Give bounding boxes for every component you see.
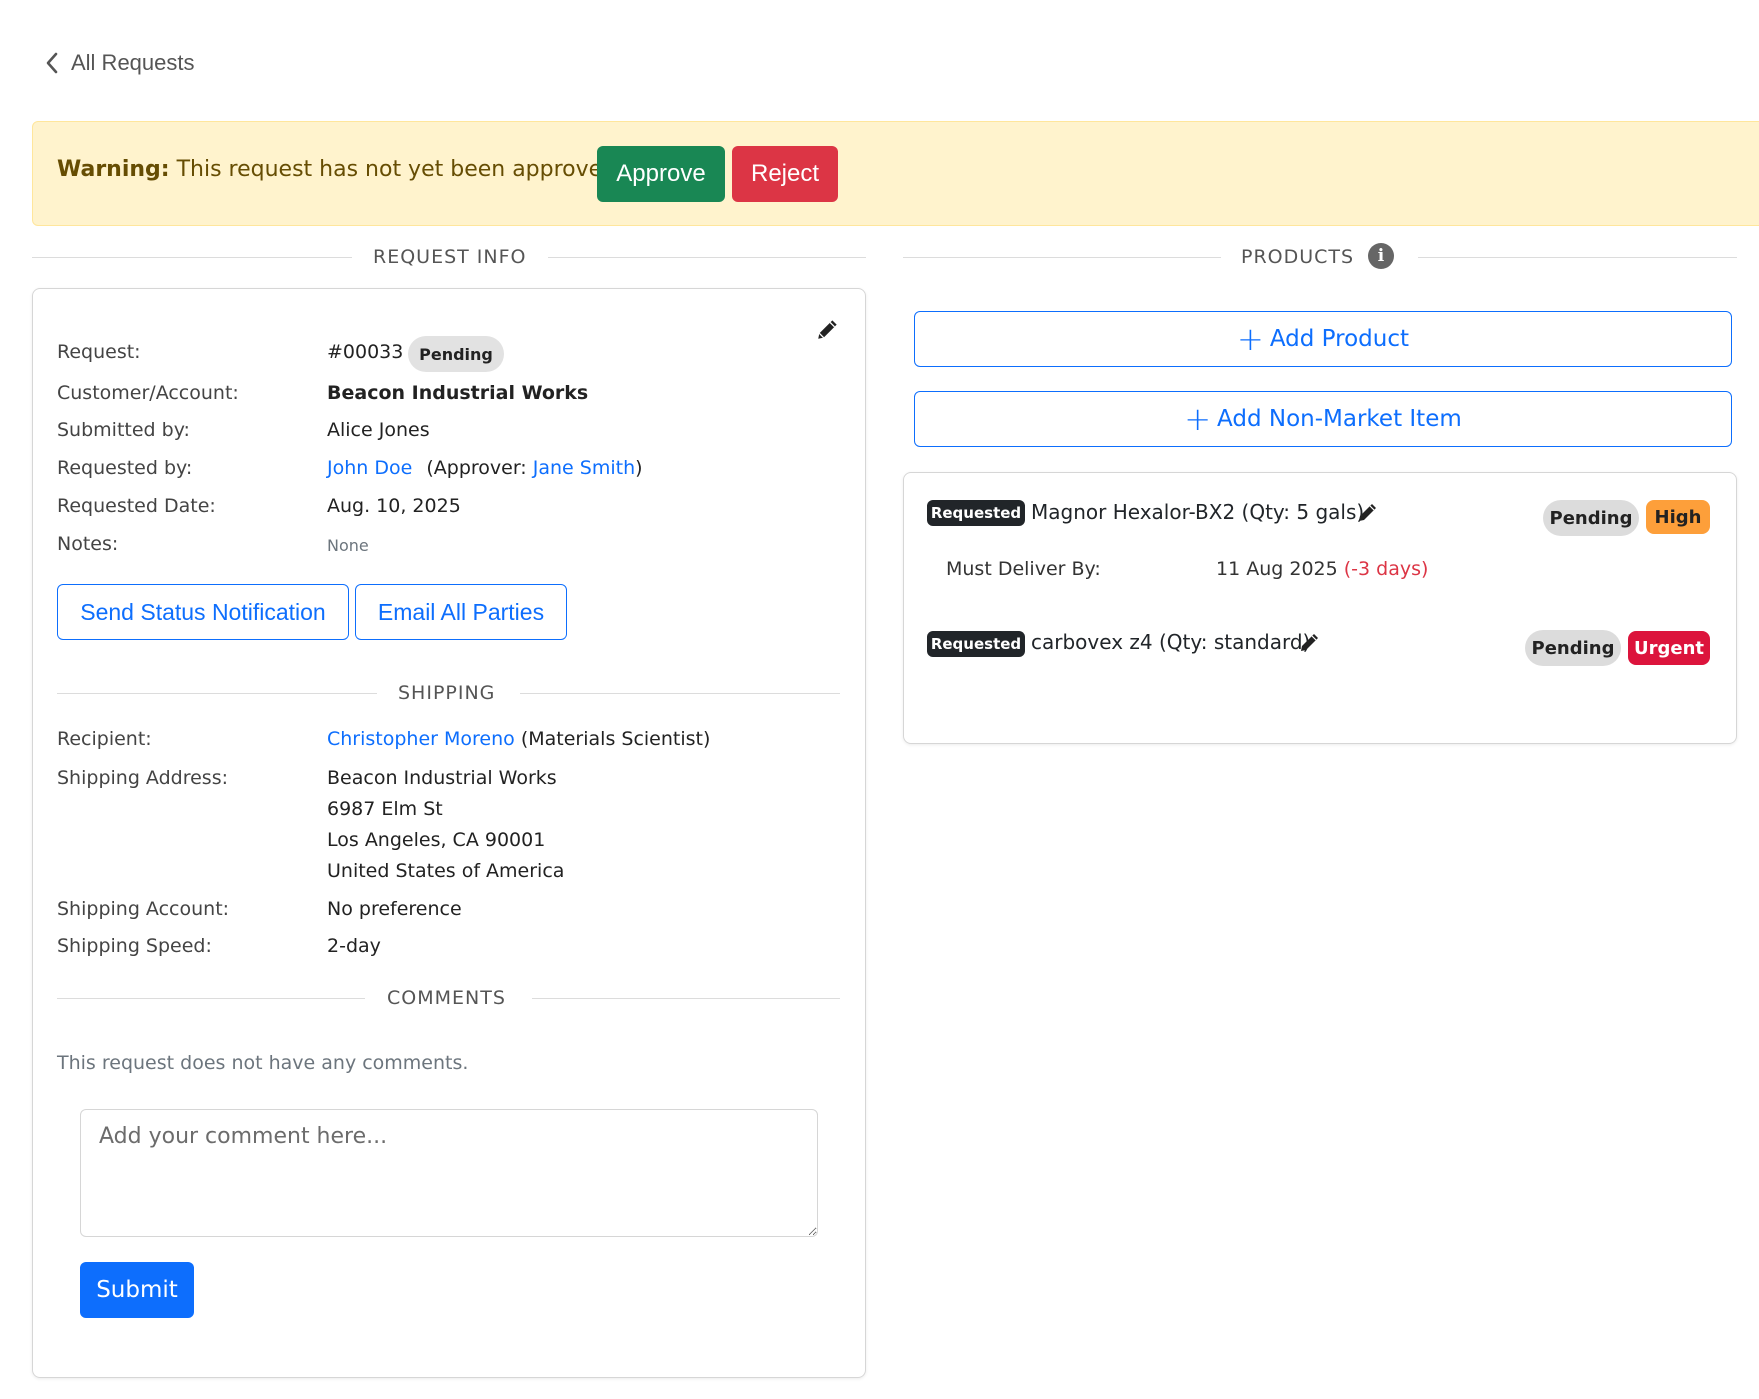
- priority-badge-urgent: Urgent: [1628, 631, 1710, 665]
- divider: [520, 693, 840, 694]
- reject-button[interactable]: Reject: [732, 146, 838, 202]
- requested-tag: Requested: [927, 631, 1025, 657]
- requested-by-value: John Doe (Approver: Jane Smith): [327, 457, 643, 479]
- address-line-3: Los Angeles, CA 90001: [327, 829, 546, 851]
- approver-link[interactable]: Jane Smith: [533, 457, 635, 479]
- shipping-speed-value: 2-day: [327, 935, 381, 957]
- email-all-parties-button[interactable]: Email All Parties: [355, 584, 567, 640]
- divider: [57, 998, 365, 999]
- shipping-title: SHIPPING: [398, 682, 496, 704]
- requested-by-label: Requested by:: [57, 457, 193, 479]
- customer-label: Customer/Account:: [57, 382, 239, 404]
- deliver-offset: (-3 days): [1343, 558, 1429, 580]
- approver-suffix: ): [635, 457, 643, 479]
- chevron-left-icon: [46, 52, 58, 74]
- comments-title: COMMENTS: [387, 987, 506, 1009]
- address-line-1: Beacon Industrial Works: [327, 767, 557, 789]
- submitted-value: Alice Jones: [327, 419, 430, 441]
- approver-prefix: (Approver:: [426, 457, 527, 479]
- recipient-link[interactable]: Christopher Moreno: [327, 728, 515, 750]
- requested-date-label: Requested Date:: [57, 495, 216, 517]
- submit-comment-button[interactable]: Submit: [80, 1262, 194, 1318]
- divider: [548, 257, 866, 258]
- add-product-label: Add Product: [1269, 326, 1409, 352]
- request-id: #00033: [327, 341, 404, 363]
- back-link-label: All Requests: [71, 50, 195, 75]
- pencil-icon[interactable]: [1298, 630, 1322, 654]
- customer-value: Beacon Industrial Works: [327, 382, 589, 404]
- divider: [903, 257, 1221, 258]
- status-badge: Pending: [408, 336, 504, 372]
- must-deliver-label: Must Deliver By:: [946, 558, 1101, 580]
- must-deliver-value: 11 Aug 2025 (-3 days): [1216, 558, 1428, 580]
- shipping-speed-label: Shipping Speed:: [57, 935, 212, 957]
- deliver-date: 11 Aug 2025: [1216, 558, 1338, 580]
- requester-link[interactable]: John Doe: [327, 457, 412, 479]
- add-product-button[interactable]: + Add Product: [914, 311, 1732, 367]
- pencil-icon[interactable]: [815, 316, 841, 342]
- shipping-account-label: Shipping Account:: [57, 898, 230, 920]
- request-info-title: REQUEST INFO: [373, 246, 527, 268]
- divider: [532, 998, 840, 999]
- add-non-market-item-button[interactable]: + Add Non-Market Item: [914, 391, 1732, 447]
- no-comments-text: This request does not have any comments.: [57, 1052, 469, 1074]
- priority-badge-high: High: [1646, 500, 1710, 534]
- product-name: Magnor Hexalor-BX2 (Qty: 5 gals): [1031, 500, 1365, 524]
- info-icon[interactable]: i: [1368, 243, 1394, 269]
- address-line-2: 6987 Elm St: [327, 798, 443, 820]
- requested-date-value: Aug. 10, 2025: [327, 495, 461, 517]
- plus-icon: +: [1237, 320, 1264, 358]
- notes-label: Notes:: [57, 533, 119, 555]
- recipient-value: Christopher Moreno (Materials Scientist): [327, 728, 710, 750]
- notes-value: None: [327, 536, 369, 555]
- recipient-role: (Materials Scientist): [520, 728, 711, 750]
- comment-input[interactable]: [80, 1109, 818, 1237]
- warning-prefix: Warning:: [57, 157, 170, 182]
- shipping-address-label: Shipping Address:: [57, 767, 228, 789]
- divider: [57, 693, 377, 694]
- plus-icon: +: [1184, 400, 1212, 438]
- request-label: Request:: [57, 341, 141, 363]
- warning-text: Warning: This request has not yet been a…: [57, 157, 623, 182]
- product-status-badge: Pending: [1543, 500, 1639, 536]
- back-link[interactable]: All Requests: [45, 50, 195, 76]
- shipping-account-value: No preference: [327, 898, 462, 920]
- products-title: PRODUCTS: [1241, 246, 1355, 268]
- submitted-label: Submitted by:: [57, 419, 190, 441]
- add-non-market-label: Add Non-Market Item: [1217, 406, 1462, 432]
- requested-tag: Requested: [927, 500, 1025, 526]
- product-name: carbovex z4 (Qty: standard): [1031, 630, 1311, 654]
- send-status-notification-button[interactable]: Send Status Notification: [57, 584, 349, 640]
- address-line-4: United States of America: [327, 860, 565, 882]
- recipient-label: Recipient:: [57, 728, 152, 750]
- approve-button[interactable]: Approve: [597, 146, 725, 202]
- warning-message: This request has not yet been approved.: [169, 157, 624, 182]
- divider: [32, 257, 352, 258]
- pencil-icon[interactable]: [1356, 500, 1380, 524]
- product-status-badge: Pending: [1525, 630, 1621, 666]
- divider: [1418, 257, 1737, 258]
